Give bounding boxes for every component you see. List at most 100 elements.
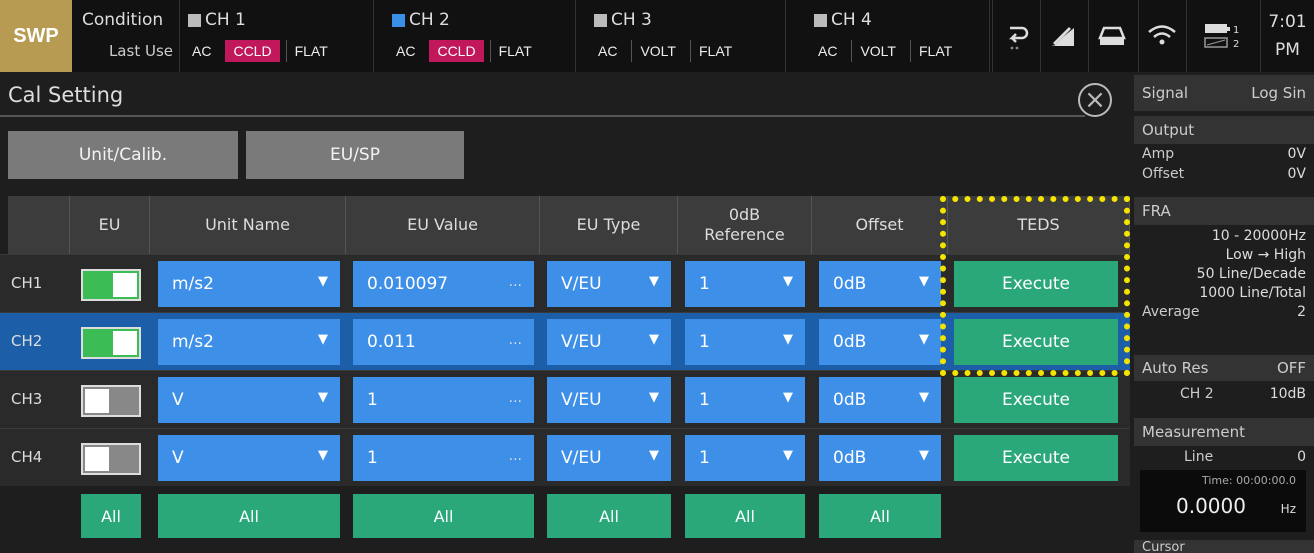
signal-label: Signal <box>1142 84 1189 102</box>
offset-value: 0V <box>1287 166 1306 182</box>
eu-value-all-button[interactable]: All <box>353 494 534 538</box>
header-eu: EU <box>70 196 150 254</box>
eu-type-all-button[interactable]: All <box>547 494 671 538</box>
top-status-bar: SWP Condition Last Use CH 1 AC CCLD FLAT… <box>0 0 1314 72</box>
header-eu-value: EU Value <box>346 196 540 254</box>
eu-type-dropdown[interactable]: V/EU ▼ <box>547 261 671 307</box>
offset-dropdown[interactable]: 0dB ▼ <box>819 377 941 423</box>
offset-dropdown[interactable]: 0dB ▼ <box>819 261 941 307</box>
tab-unit-calib[interactable]: Unit/Calib. <box>8 131 238 179</box>
channel-4-status[interactable]: CH 4 AC VOLT FLAT <box>806 0 990 72</box>
clock-ampm: PM <box>1275 40 1300 60</box>
eu-value-field[interactable]: 0.011... <box>353 319 534 365</box>
eu-toggle[interactable] <box>81 443 141 475</box>
eu-value-field[interactable]: 1... <box>353 377 534 423</box>
teds-execute-button[interactable]: Execute <box>954 435 1118 481</box>
fra-lines-total: 1000 Line/Total <box>1199 285 1306 301</box>
auto-res-channel: CH 2 <box>1180 386 1214 402</box>
row-channel-label: CH4 <box>11 448 43 466</box>
fra-label: FRA <box>1142 202 1171 220</box>
unit-name-dropdown[interactable]: V ▼ <box>158 435 340 481</box>
measurement-value: 0.0000 <box>1176 494 1246 518</box>
unit-name-dropdown[interactable]: m/s2 ▼ <box>158 261 340 307</box>
cursor-section[interactable]: Cursor <box>1134 540 1314 553</box>
clock: 7:01 PM <box>1260 0 1314 72</box>
fra-direction: Low → High <box>1225 247 1306 263</box>
auto-res-db: 10dB <box>1269 386 1306 402</box>
condition-selector[interactable]: Condition Last Use <box>78 0 180 72</box>
auto-res-value: OFF <box>1276 359 1306 377</box>
unit-name-all-button[interactable]: All <box>158 494 340 538</box>
signal-section[interactable]: Signal Log Sin <box>1134 75 1314 111</box>
channel-2-label: CH 2 <box>409 10 450 30</box>
channel-4-label: CH 4 <box>831 10 872 30</box>
header-0db-reference: 0dB Reference <box>678 196 812 254</box>
eu-toggle[interactable] <box>81 327 141 359</box>
drive-icon[interactable] <box>1088 0 1134 72</box>
battery-1-label: 1 <box>1233 25 1239 36</box>
table-row-ch3: CH3 V ▼ 1... V/EU ▼ 1 ▼ 0dB ▼ Execute <box>0 370 1130 428</box>
unit-name-dropdown[interactable]: V ▼ <box>158 377 340 423</box>
reference-dropdown[interactable]: 1 ▼ <box>685 319 805 365</box>
chart-icon[interactable] <box>1040 0 1086 72</box>
channel-1-status[interactable]: CH 1 AC CCLD FLAT <box>180 0 374 72</box>
ch4-coupling-tag: AC <box>818 43 838 59</box>
eu-all-button[interactable]: All <box>81 494 141 538</box>
eu-value-field[interactable]: 1... <box>353 435 534 481</box>
auto-res-label: Auto Res <box>1142 359 1209 377</box>
auto-res-section[interactable]: Auto Res OFF <box>1134 355 1314 381</box>
row-channel-label: CH1 <box>11 274 43 292</box>
teds-execute-button[interactable]: Execute <box>954 377 1118 423</box>
channel-2-status[interactable]: CH 2 AC CCLD FLAT <box>384 0 576 72</box>
output-label: Output <box>1142 121 1195 139</box>
wifi-icon[interactable] <box>1138 0 1184 72</box>
measurement-unit: Hz <box>1280 502 1296 516</box>
unit-name-dropdown[interactable]: m/s2 ▼ <box>158 319 340 365</box>
reference-dropdown[interactable]: 1 ▼ <box>685 435 805 481</box>
return-icon[interactable] <box>992 0 1038 72</box>
offset-dropdown[interactable]: 0dB ▼ <box>819 319 941 365</box>
line-value: 0 <box>1297 449 1306 465</box>
title-divider <box>0 115 1085 117</box>
reference-all-button[interactable]: All <box>685 494 805 538</box>
ch2-input-tag: CCLD <box>429 40 484 62</box>
signal-value: Log Sin <box>1251 84 1306 102</box>
tab-eu-sp[interactable]: EU/SP <box>246 131 464 179</box>
measurement-section[interactable]: Measurement <box>1134 418 1314 446</box>
last-use-label: Last Use <box>108 42 173 60</box>
channel-3-status[interactable]: CH 3 AC VOLT FLAT <box>586 0 786 72</box>
eu-type-dropdown[interactable]: V/EU ▼ <box>547 319 671 365</box>
page-title: Cal Setting <box>8 83 124 107</box>
offset-all-button[interactable]: All <box>819 494 941 538</box>
time-readout: Time: 00:00:00.0 <box>1201 474 1296 487</box>
fra-range: 10 - 20000Hz <box>1211 228 1306 244</box>
row-channel-label: CH2 <box>11 332 43 350</box>
battery-2-label: 2 <box>1233 39 1239 50</box>
header-eu-type: EU Type <box>540 196 678 254</box>
offset-dropdown[interactable]: 0dB ▼ <box>819 435 941 481</box>
eu-toggle[interactable] <box>81 385 141 417</box>
output-section[interactable]: Output <box>1134 116 1314 144</box>
ch4-filter-tag: FLAT <box>909 40 960 62</box>
close-icon[interactable]: × <box>1078 83 1112 117</box>
eu-value-field[interactable]: 0.010097... <box>353 261 534 307</box>
clock-time: 7:01 <box>1268 12 1307 32</box>
reference-dropdown[interactable]: 1 ▼ <box>685 377 805 423</box>
reference-dropdown[interactable]: 1 ▼ <box>685 261 805 307</box>
fra-section[interactable]: FRA <box>1134 197 1314 225</box>
teds-highlight-box <box>940 196 1130 376</box>
ch1-input-tag: CCLD <box>225 40 280 62</box>
fra-lines-decade: 50 Line/Decade <box>1196 266 1306 282</box>
channel-1-indicator-icon <box>188 13 201 27</box>
cursor-label: Cursor <box>1142 540 1185 553</box>
eu-type-dropdown[interactable]: V/EU ▼ <box>547 435 671 481</box>
header-offset: Offset <box>812 196 948 254</box>
mode-swp-button[interactable]: SWP <box>0 0 72 72</box>
eu-toggle[interactable] <box>81 269 141 301</box>
eu-type-dropdown[interactable]: V/EU ▼ <box>547 377 671 423</box>
row-channel-label: CH3 <box>11 390 43 408</box>
measurement-readout: Time: 00:00:00.0 0.0000 Hz <box>1140 470 1306 532</box>
ch3-coupling-tag: AC <box>598 43 618 59</box>
ch3-input-tag: VOLT <box>631 40 684 62</box>
channel-3-indicator-icon <box>594 13 607 27</box>
